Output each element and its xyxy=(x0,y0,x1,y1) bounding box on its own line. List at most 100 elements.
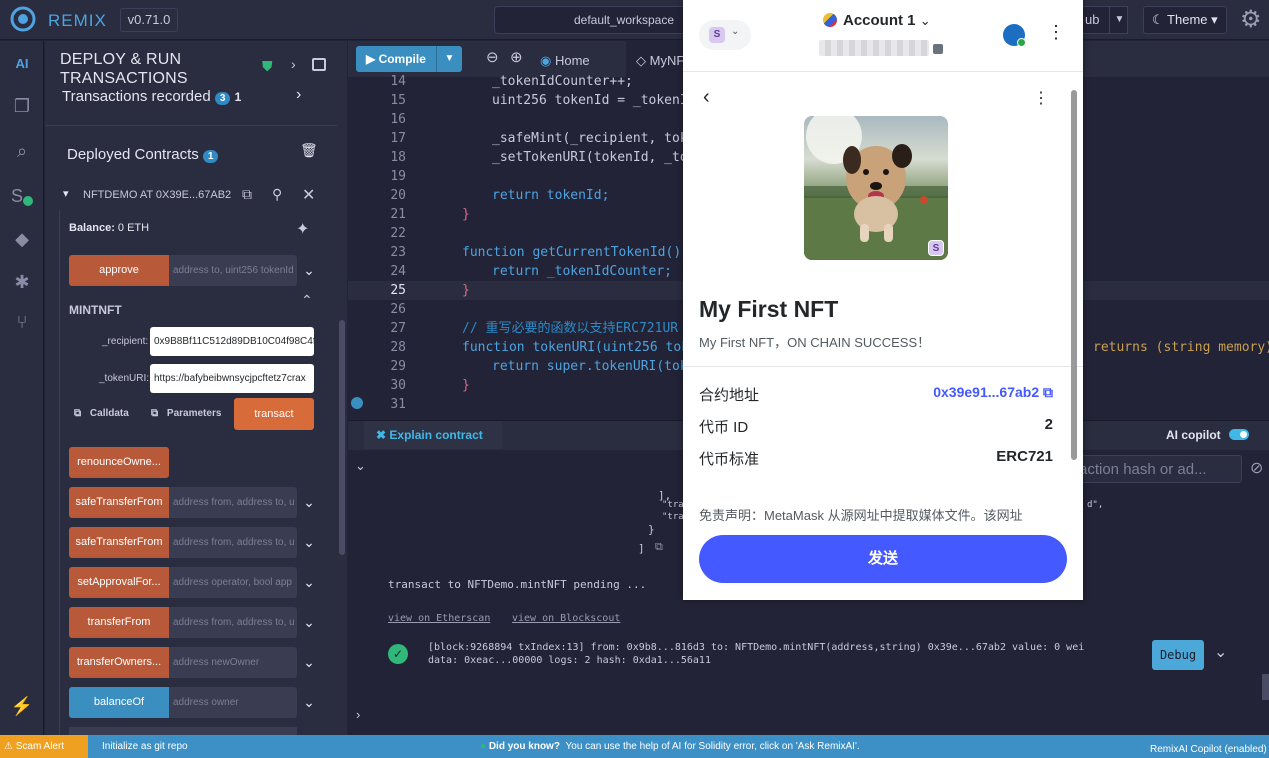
function-input[interactable]: address operator, bool app xyxy=(169,567,297,598)
network-badge: S xyxy=(928,240,944,256)
copy-icon[interactable]: ⧉ xyxy=(655,541,663,554)
chevron-down-icon[interactable]: ⌄ xyxy=(301,527,317,558)
function-button-partial xyxy=(69,727,297,735)
chevron-down-icon[interactable]: ⌄ xyxy=(301,487,317,518)
terminal-text: d", xyxy=(1087,500,1104,510)
token-standard-row: 代币标准 ERC721 xyxy=(699,448,1053,468)
breakpoint-icon[interactable] xyxy=(351,397,363,409)
chevron-right-icon[interactable]: › xyxy=(296,86,301,104)
zoom-out-icon[interactable]: ⊖ xyxy=(486,48,499,66)
scrollbar[interactable] xyxy=(1071,90,1077,460)
account-address-redacted xyxy=(819,40,929,56)
scam-alert[interactable]: ⚠ Scam Alert xyxy=(0,735,88,758)
remix-logo-icon xyxy=(10,6,36,32)
function-button[interactable]: safeTransferFrom xyxy=(69,487,169,518)
debug-button[interactable]: Debug xyxy=(1152,640,1204,670)
contract-address-link[interactable]: 0x39e91...67ab2 ⧉ xyxy=(933,384,1053,401)
function-button[interactable]: renounceOwne... xyxy=(69,447,169,478)
function-button[interactable]: balanceOf xyxy=(69,687,169,718)
debugger-icon[interactable]: ✱ xyxy=(6,267,38,297)
compile-button[interactable]: ▶ Compile xyxy=(356,46,436,72)
panel-toggle-icon[interactable] xyxy=(312,58,326,71)
nft-image[interactable]: S xyxy=(804,116,948,260)
theme-button[interactable]: ☾ Theme ▾ xyxy=(1143,6,1227,34)
search-icon[interactable]: ⌕ xyxy=(6,136,38,166)
gear-icon[interactable]: ⚙ xyxy=(1240,6,1268,34)
blockscout-link[interactable]: view on Blockscout xyxy=(512,613,620,624)
chevron-down-icon[interactable]: ▼ xyxy=(1109,7,1129,33)
chevron-up-icon[interactable]: ⌃ xyxy=(301,292,313,309)
github-button[interactable]: ub ▼ xyxy=(1080,6,1128,34)
function-button[interactable]: setApprovalFor... xyxy=(69,567,169,598)
ai-copilot-toggle[interactable] xyxy=(1229,429,1249,440)
remix-ai-icon[interactable]: AI xyxy=(6,49,38,79)
network-selector[interactable]: S ⌄ xyxy=(699,20,751,50)
scrollbar[interactable] xyxy=(1262,674,1269,700)
pin-icon[interactable]: ⚲ xyxy=(272,186,282,203)
nft-description: My First NFT，ON CHAIN SUCCESS！ xyxy=(699,335,931,350)
function-input[interactable]: address from, address to, u xyxy=(169,527,297,558)
chevron-down-icon[interactable]: ⌄ xyxy=(301,567,317,598)
send-button[interactable]: 发送 xyxy=(699,535,1067,583)
explain-contract-button[interactable]: ✖ Explain contract xyxy=(364,421,502,449)
function-input[interactable]: address from, address to, u xyxy=(169,607,297,638)
zoom-in-icon[interactable]: ⊕ xyxy=(510,48,523,66)
function-button[interactable]: transferOwners... xyxy=(69,647,169,678)
transactions-recorded[interactable]: Transactions recorded 3 1 xyxy=(62,88,241,105)
approve-input[interactable]: address to, uint256 tokenId xyxy=(169,255,297,286)
approve-button[interactable]: approve xyxy=(69,255,169,286)
function-input[interactable]: address from, address to, u xyxy=(169,487,297,518)
plugin-icon[interactable]: ⚡ xyxy=(6,691,38,721)
function-input[interactable]: address owner xyxy=(169,687,297,718)
clear-icon[interactable]: ⊘ xyxy=(1250,458,1263,478)
file-explorer-icon[interactable]: ❐ xyxy=(6,91,38,121)
chevron-down-icon[interactable]: ▼ xyxy=(436,46,462,72)
chevron-down-icon[interactable]: ⌄ xyxy=(301,607,317,638)
copy-icon[interactable]: ⧉ xyxy=(242,186,252,203)
solidity-file-icon: ◇ xyxy=(636,53,646,68)
workspace-selector[interactable]: default_workspace xyxy=(494,6,694,34)
balance: Balance: 0 ETH xyxy=(69,222,150,234)
git-icon[interactable]: ⑂ xyxy=(6,307,38,337)
contract-instance-header[interactable]: ▾ NFTDEMO AT 0X39E...67AB2 (I ⧉ ⚲ ✕ xyxy=(59,180,323,210)
parameters-button[interactable]: ⧉ Parameters xyxy=(151,408,221,419)
chevron-down-icon[interactable]: ⌄ xyxy=(301,647,317,678)
chevron-down-icon[interactable]: ⌄ xyxy=(301,255,317,286)
etherscan-link[interactable]: view on Etherscan xyxy=(388,613,490,624)
more-options-icon[interactable]: ⋮ xyxy=(1047,22,1065,43)
copilot-status[interactable]: RemixAI Copilot (enabled) xyxy=(1150,738,1267,758)
metamask-popup: S ⌄ Account 1 ⌄ ⋮ ‹ ⋮ S My First NFT My … xyxy=(683,0,1083,600)
trash-icon[interactable]: 🗑 xyxy=(300,142,318,159)
ai-copilot-label: AI copilot xyxy=(1166,428,1221,442)
ai-icon: ✖ xyxy=(376,428,387,442)
back-icon[interactable]: ‹ xyxy=(703,86,710,109)
chevron-down-icon[interactable]: ⌄ xyxy=(301,687,317,718)
transact-button[interactable]: transact xyxy=(234,398,314,430)
deploy-icon[interactable]: ◆ xyxy=(6,224,38,254)
chevron-right-icon[interactable]: › xyxy=(291,56,296,72)
function-button[interactable]: safeTransferFrom xyxy=(69,527,169,558)
transaction-search-input[interactable]: action hash or ad... xyxy=(1072,455,1242,483)
chevron-down-icon[interactable]: ⌄ xyxy=(1214,642,1227,662)
more-options-icon[interactable]: ⋮ xyxy=(1033,88,1049,108)
close-icon[interactable]: ✕ xyxy=(302,185,315,205)
calldata-button[interactable]: ⧉ Calldata xyxy=(74,408,129,419)
account-selector[interactable]: Account 1 ⌄ xyxy=(823,12,931,29)
prompt-icon[interactable]: › xyxy=(356,707,360,722)
connected-site-icon[interactable] xyxy=(1003,24,1026,47)
shield-icon: ⛊ xyxy=(262,58,273,74)
tx-detail-line[interactable]: data: 0xeac...00000 logs: 2 hash: 0xda1.… xyxy=(428,655,711,666)
copy-icon[interactable] xyxy=(933,44,943,54)
pending-line: transact to NFTDemo.mintNFT pending ... xyxy=(388,578,647,591)
function-input[interactable]: address newOwner xyxy=(169,647,297,678)
solidity-compiler-icon[interactable]: S xyxy=(6,181,38,211)
collapse-terminal-icon[interactable]: ⌄ xyxy=(355,458,366,474)
divider xyxy=(683,366,1083,367)
scrollbar[interactable] xyxy=(339,320,345,555)
git-init[interactable]: Initialize as git repo xyxy=(102,735,188,758)
tokenuri-input[interactable]: https://bafybeibwnsycjpcftetz7crax xyxy=(150,364,314,393)
function-button[interactable]: transferFrom xyxy=(69,607,169,638)
recipient-input[interactable]: 0x9B8Bf11C512d89DB10C04f98C4f xyxy=(150,327,314,356)
tx-detail-line[interactable]: [block:9268894 txIndex:13] from: 0x9b8..… xyxy=(428,642,1084,653)
sparkle-icon[interactable]: ✦ xyxy=(296,219,309,239)
